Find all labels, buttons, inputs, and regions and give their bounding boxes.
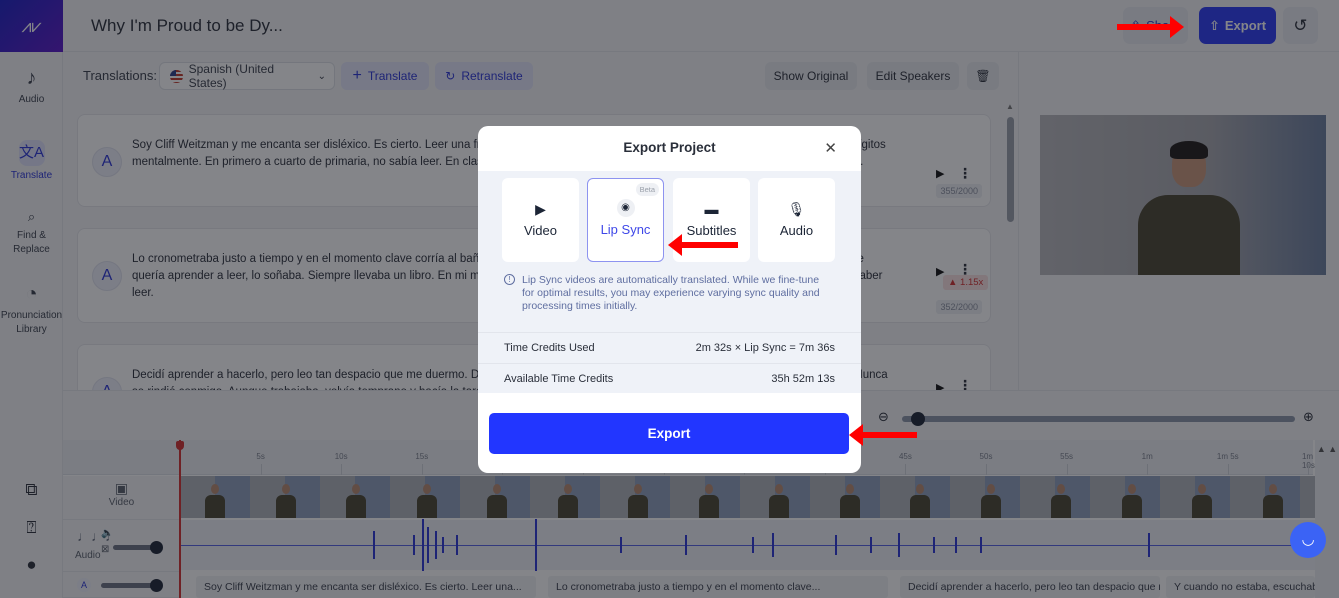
subtitles-icon: ▬ <box>704 201 719 217</box>
export-project-modal: Export Project ✕ ▶ Video Beta ◉ Lip Sync… <box>478 126 861 473</box>
chat-bubble-icon: ◡ <box>1301 531 1315 548</box>
modal-title: Export Project <box>623 140 716 155</box>
support-chat-button[interactable]: ◡ <box>1290 522 1326 558</box>
microphone-icon: 🎙 <box>787 201 806 217</box>
modal-body: ▶ Video Beta ◉ Lip Sync ▬ Subtitles 🎙 Au… <box>478 171 861 393</box>
beta-badge: Beta <box>635 183 659 196</box>
export-button[interactable]: Export <box>489 413 849 454</box>
credits-available-row: Available Time Credits 35h 52m 13s <box>478 363 861 393</box>
export-option-audio[interactable]: 🎙 Audio <box>758 178 835 262</box>
app-root: ⩘⩗ ♪ Audio 文A Translate ⌕ Find & Replace… <box>0 0 1339 598</box>
annotation-arrow <box>1117 16 1184 38</box>
annotation-arrow <box>849 424 917 446</box>
export-option-lip-sync[interactable]: Beta ◉ Lip Sync <box>587 178 664 262</box>
export-option-video[interactable]: ▶ Video <box>502 178 579 262</box>
play-box-icon: ▶ <box>535 201 546 217</box>
close-icon[interactable]: ✕ <box>824 139 837 157</box>
annotation-arrow <box>668 234 738 256</box>
lip-sync-info: ! Lip Sync videos are automatically tran… <box>504 274 824 313</box>
lips-icon: ◉ <box>616 199 635 217</box>
export-option-subtitles[interactable]: ▬ Subtitles <box>673 178 750 262</box>
credits-used-row: Time Credits Used 2m 32s × Lip Sync = 7m… <box>478 332 861 362</box>
info-icon: ! <box>504 274 515 285</box>
